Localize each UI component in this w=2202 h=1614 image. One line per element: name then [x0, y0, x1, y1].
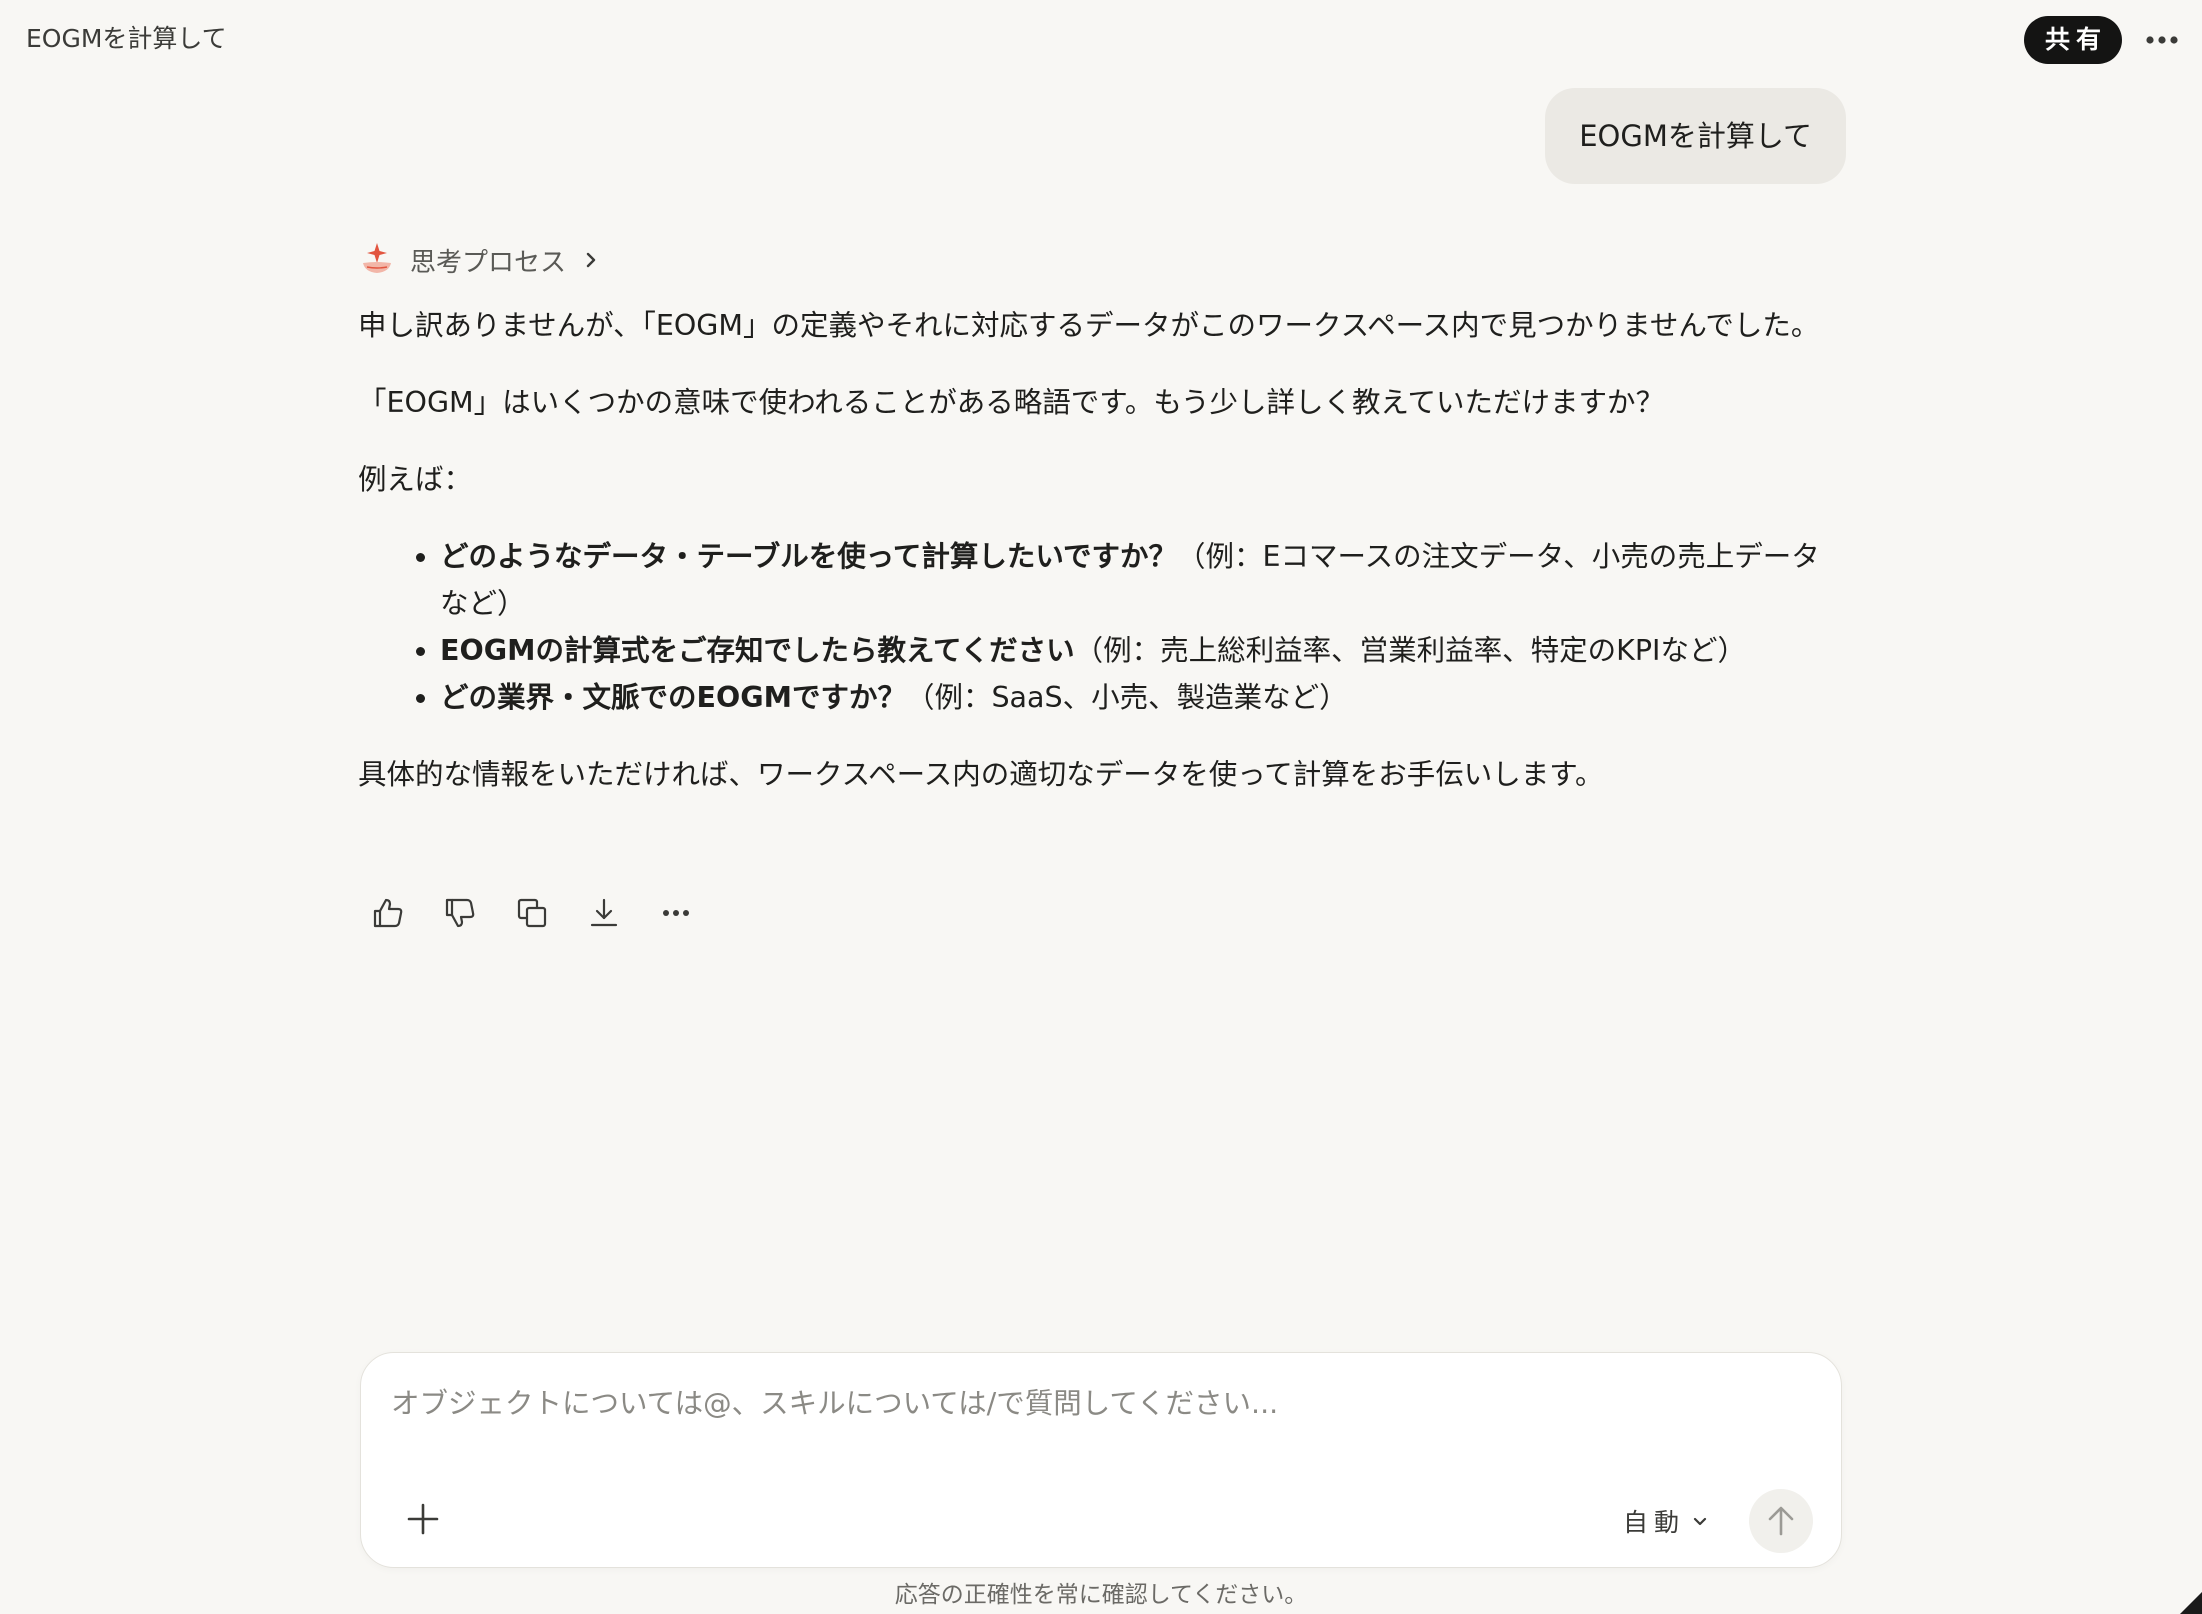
resize-corner [2180, 1592, 2202, 1614]
assistant-response: 申し訳ありませんが、「EOGM」の定義やそれに対応するデータがこのワークスペース… [358, 302, 1838, 828]
response-bullet-list: どのようなデータ・テーブルを使って計算したいですか？（例：Eコマースの注文データ… [358, 533, 1838, 721]
list-item-text: （例：売上総利益率、営業利益率、特定のKPIなど） [1074, 634, 1746, 667]
list-item-text: （例：SaaS、小売、製造業など） [905, 681, 1348, 714]
response-paragraph: 申し訳ありませんが、「EOGM」の定義やそれに対応するデータがこのワークスペース… [358, 309, 1820, 342]
response-action-bar [370, 895, 694, 931]
send-button[interactable] [1749, 1489, 1813, 1553]
thumbs-down-icon [445, 898, 475, 928]
list-item: EOGMの計算式をご存知でしたら教えてください（例：売上総利益率、営業利益率、特… [440, 627, 1838, 674]
more-horizontal-icon [2146, 36, 2178, 44]
thumbs-up-button[interactable] [370, 895, 406, 931]
thumbs-down-button[interactable] [442, 895, 478, 931]
copy-icon [517, 898, 547, 928]
plus-icon [407, 1503, 439, 1535]
mode-select-label: 自動 [1623, 1508, 1686, 1537]
thinking-process-label: 思考プロセス [410, 247, 567, 278]
list-item: どのようなデータ・テーブルを使って計算したいですか？（例：Eコマースの注文データ… [440, 533, 1838, 627]
copy-button[interactable] [514, 895, 550, 931]
thinking-process-toggle[interactable]: 思考プロセス [358, 240, 600, 280]
list-item-bold: どのようなデータ・テーブルを使って計算したいですか？ [440, 540, 1178, 573]
more-actions-button[interactable] [658, 895, 694, 931]
arrow-up-icon [1768, 1506, 1794, 1536]
chevron-right-icon [586, 252, 596, 268]
user-message-bubble: EOGMを計算して [1545, 88, 1846, 184]
list-item-bold: EOGMの計算式をご存知でしたら教えてください [440, 634, 1075, 667]
accuracy-disclaimer: 応答の正確性を常に確認してください。 [894, 1582, 1308, 1608]
mode-select[interactable]: 自動 [1623, 1503, 1709, 1539]
download-icon [590, 898, 618, 927]
chat-title[interactable]: EOGMを計算して [26, 22, 227, 56]
message-input[interactable] [391, 1387, 1791, 1420]
chat-page: EOGMを計算して 共有 EOGMを計算して 思考プロセス 申し訳ありませんが、… [0, 0, 2202, 1614]
thumbs-up-icon [373, 898, 403, 928]
chevron-down-icon [1693, 1517, 1707, 1526]
message-composer: 自動 [360, 1352, 1842, 1568]
list-item: どの業界・文脈でのEOGMですか？（例：SaaS、小売、製造業など） [440, 674, 1838, 721]
response-paragraph: 例えば： [358, 463, 473, 496]
download-button[interactable] [586, 895, 622, 931]
assistant-spark-icon [363, 243, 391, 273]
response-paragraph: 「EOGM」はいくつかの意味で使われることがある略語です。もう少し詳しく教えてい… [358, 386, 1665, 419]
response-paragraph: 具体的な情報をいただければ、ワークスペース内の適切なデータを使って計算をお手伝い… [358, 758, 1604, 791]
add-attachment-button[interactable] [405, 1501, 441, 1537]
more-icon [663, 910, 689, 916]
list-item-bold: どの業界・文脈でのEOGMですか？ [440, 681, 906, 714]
more-options-button[interactable] [2142, 22, 2182, 58]
share-button[interactable]: 共有 [2024, 16, 2122, 64]
